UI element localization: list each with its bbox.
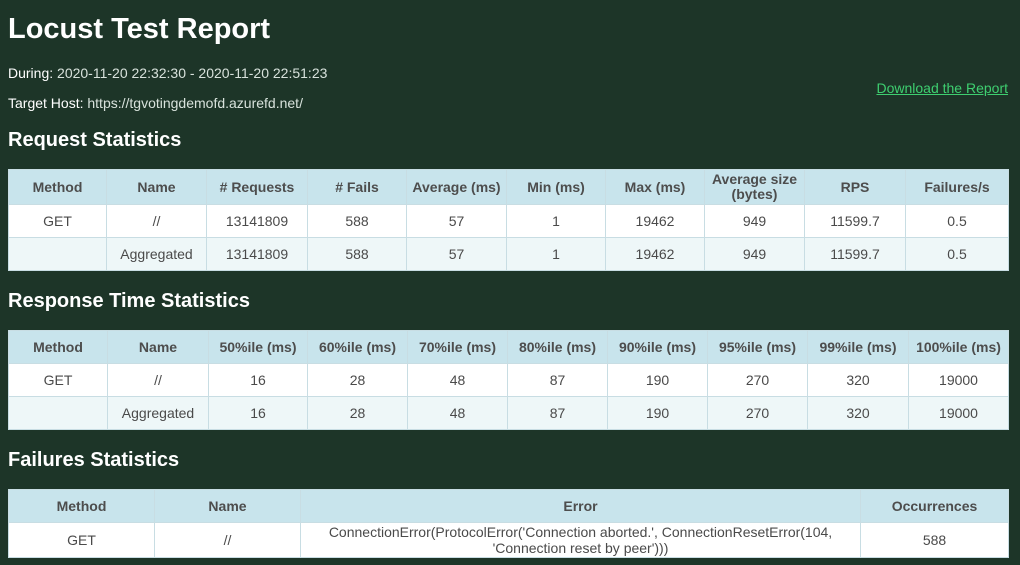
table-cell [8, 396, 108, 430]
table-cell: GET [8, 363, 108, 397]
table-cell: 57 [406, 204, 507, 238]
column-header: Min (ms) [506, 169, 606, 205]
during-value: 2020-11-20 22:32:30 - 2020-11-20 22:51:2… [57, 65, 328, 81]
table-cell: 87 [507, 396, 608, 430]
table-cell: // [154, 522, 301, 558]
column-header: 80%ile (ms) [507, 330, 608, 364]
table-cell: 19462 [605, 204, 705, 238]
column-header: Error [300, 489, 861, 523]
column-header: 90%ile (ms) [607, 330, 708, 364]
table-header-row: Method Name Error Occurrences [8, 489, 1009, 523]
column-header: Average (ms) [406, 169, 507, 205]
column-header: 100%ile (ms) [908, 330, 1009, 364]
download-report-link[interactable]: Download the Report [876, 79, 1008, 97]
table-cell: 0.5 [905, 204, 1009, 238]
table-cell: 16 [208, 396, 308, 430]
table-cell: 48 [407, 396, 508, 430]
table-cell: 320 [807, 363, 909, 397]
table-cell: 11599.7 [804, 204, 906, 238]
table-cell: 48 [407, 363, 508, 397]
column-header: RPS [804, 169, 906, 205]
response-time-statistics-heading: Response Time Statistics [8, 290, 250, 312]
table-cell: 320 [807, 396, 909, 430]
column-header: Name [107, 330, 209, 364]
column-header: 95%ile (ms) [707, 330, 808, 364]
column-header: Name [106, 169, 207, 205]
table-header-row: Method Name # Requests # Fails Average (… [8, 169, 1009, 205]
table-cell: 57 [406, 237, 507, 271]
table-cell: 1 [506, 237, 606, 271]
failures-statistics-table: Method Name Error Occurrences GET // Con… [8, 489, 1009, 558]
table-cell: // [107, 363, 209, 397]
table-cell: // [106, 204, 207, 238]
failures-statistics-heading: Failures Statistics [8, 449, 180, 471]
table-cell: 19000 [908, 363, 1009, 397]
table-cell: 270 [707, 396, 808, 430]
column-header: Max (ms) [605, 169, 705, 205]
table-cell: 13141809 [206, 204, 308, 238]
table-header-row: Method Name 50%ile (ms) 60%ile (ms) 70%i… [8, 330, 1009, 364]
table-row: GET // 16 28 48 87 190 270 320 19000 [8, 363, 1009, 397]
table-cell: 28 [307, 396, 408, 430]
table-cell [8, 237, 107, 271]
table-row: GET // 13141809 588 57 1 19462 949 11599… [8, 204, 1009, 238]
error-message-cell: ConnectionError(ProtocolError('Connectio… [300, 522, 861, 558]
table-cell: 190 [607, 363, 708, 397]
table-cell: 19000 [908, 396, 1009, 430]
target-host-label: Target Host: [8, 95, 84, 111]
column-header: # Requests [206, 169, 308, 205]
table-row: GET // ConnectionError(ProtocolError('Co… [8, 522, 1009, 558]
table-cell: 87 [507, 363, 608, 397]
table-cell: 588 [307, 204, 407, 238]
target-host-info: Target Host: https://tgvotingdemofd.azur… [8, 94, 303, 112]
table-cell: Aggregated [107, 396, 209, 430]
table-cell: 190 [607, 396, 708, 430]
request-statistics-heading: Request Statistics [8, 129, 182, 151]
table-cell: 588 [860, 522, 1009, 558]
table-cell: Aggregated [106, 237, 207, 271]
during-info: During: 2020-11-20 22:32:30 - 2020-11-20… [8, 64, 327, 82]
table-row: Aggregated 16 28 48 87 190 270 320 19000 [8, 396, 1009, 430]
table-cell: 16 [208, 363, 308, 397]
column-header: Average size (bytes) [704, 169, 805, 205]
column-header: # Fails [307, 169, 407, 205]
table-cell: 270 [707, 363, 808, 397]
table-cell: 19462 [605, 237, 705, 271]
column-header: Occurrences [860, 489, 1009, 523]
column-header: 70%ile (ms) [407, 330, 508, 364]
table-cell: 1 [506, 204, 606, 238]
target-host-value: https://tgvotingdemofd.azurefd.net/ [87, 95, 303, 111]
table-cell: GET [8, 204, 107, 238]
column-header: Failures/s [905, 169, 1009, 205]
table-cell: GET [8, 522, 155, 558]
column-header: Name [154, 489, 301, 523]
request-statistics-table: Method Name # Requests # Fails Average (… [8, 169, 1009, 271]
table-cell: 0.5 [905, 237, 1009, 271]
column-header: Method [8, 330, 108, 364]
column-header: 50%ile (ms) [208, 330, 308, 364]
column-header: 99%ile (ms) [807, 330, 909, 364]
response-time-statistics-table: Method Name 50%ile (ms) 60%ile (ms) 70%i… [8, 330, 1009, 430]
report-title: Locust Test Report [8, 13, 271, 45]
table-cell: 28 [307, 363, 408, 397]
table-cell: 11599.7 [804, 237, 906, 271]
table-cell: 13141809 [206, 237, 308, 271]
during-label: During: [8, 65, 54, 81]
table-row: Aggregated 13141809 588 57 1 19462 949 1… [8, 237, 1009, 271]
column-header: Method [8, 489, 155, 523]
column-header: Method [8, 169, 107, 205]
table-cell: 949 [704, 237, 805, 271]
table-cell: 949 [704, 204, 805, 238]
column-header: 60%ile (ms) [307, 330, 408, 364]
table-cell: 588 [307, 237, 407, 271]
